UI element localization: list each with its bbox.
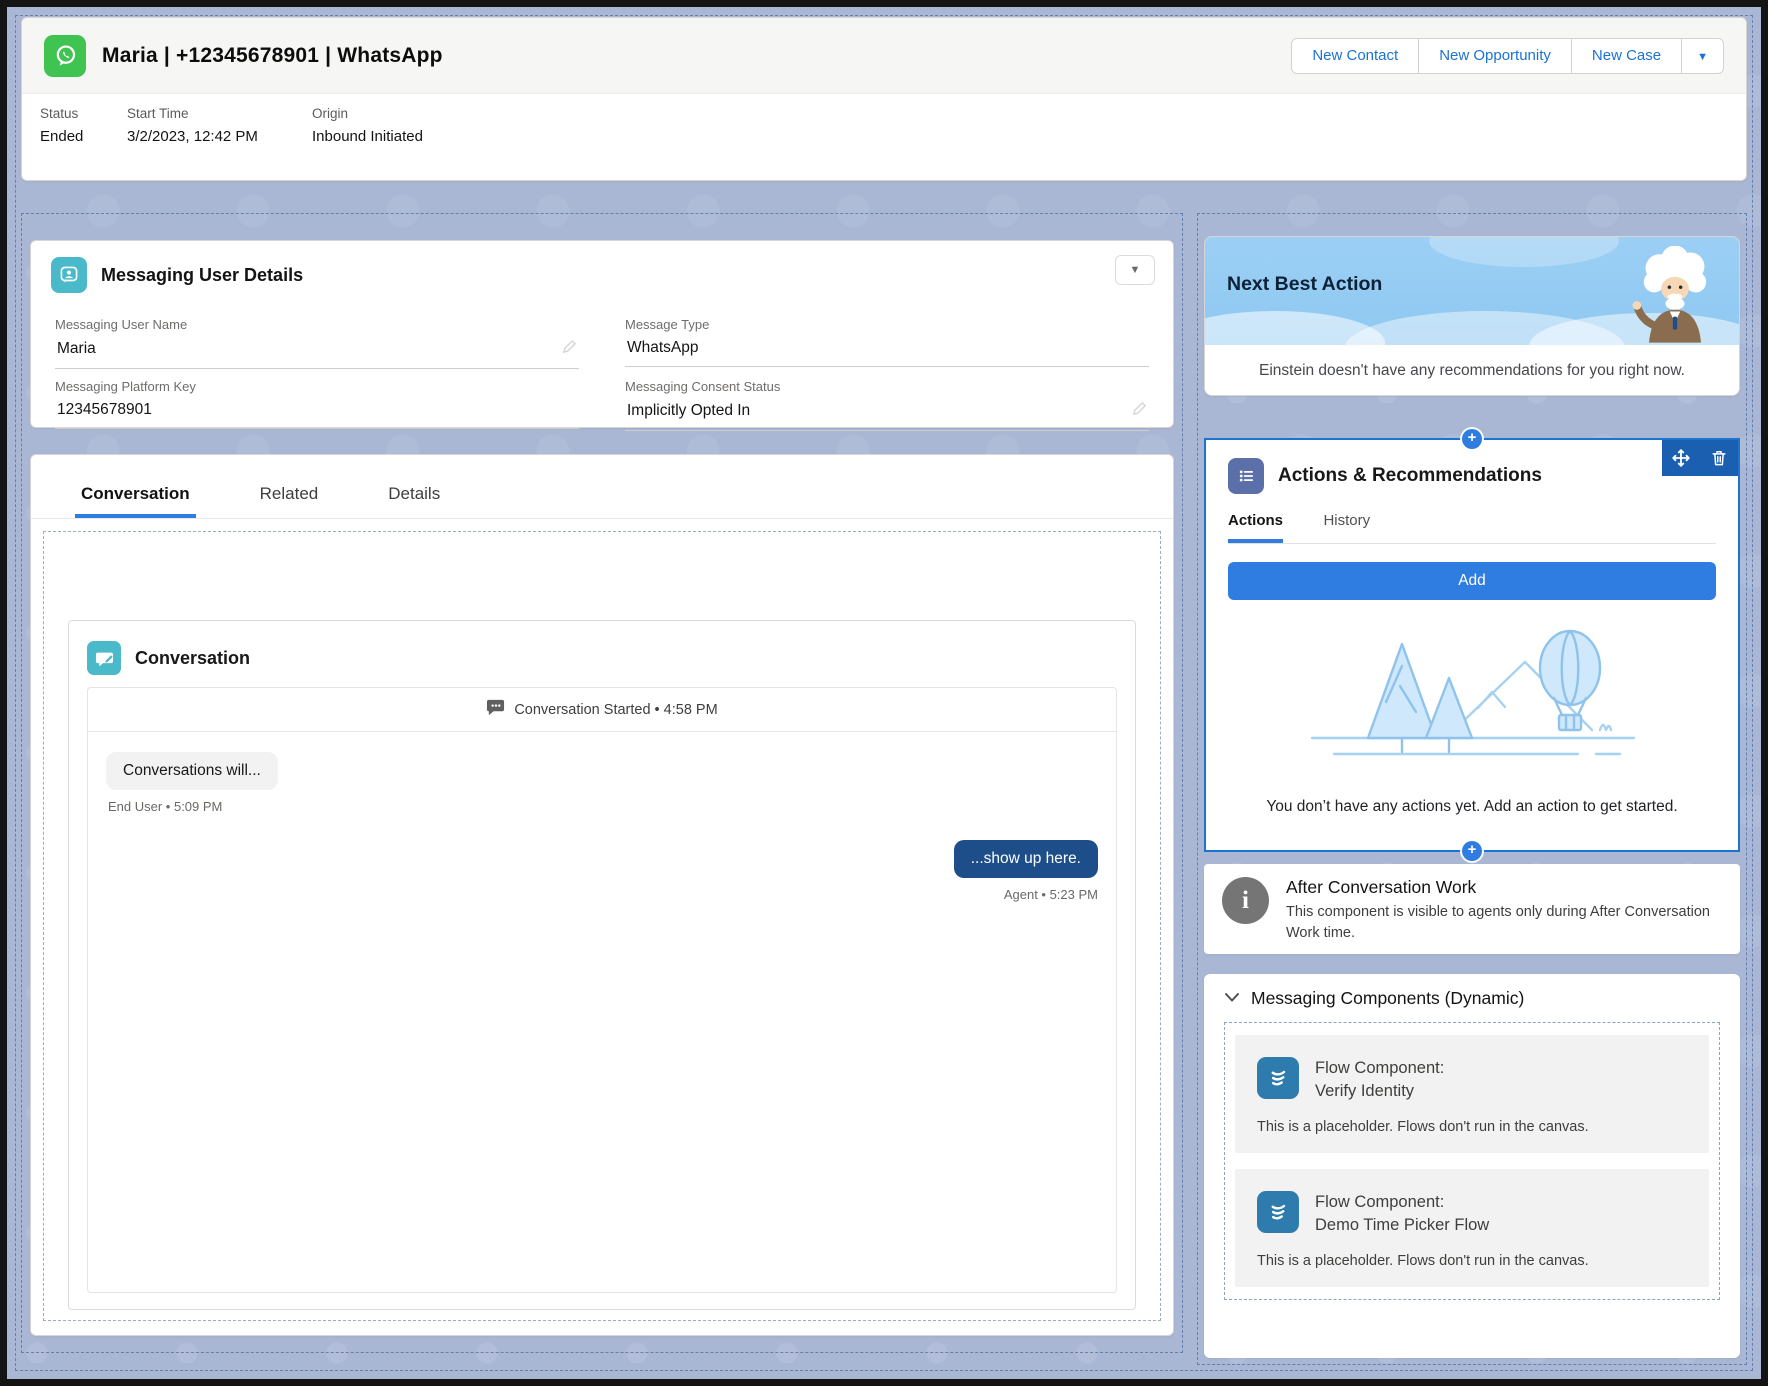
conversation-started-text: Conversation Started • 4:58 PM bbox=[514, 702, 717, 718]
record-header-row: Maria | +12345678901 | WhatsApp New Cont… bbox=[22, 18, 1746, 94]
delete-icon[interactable] bbox=[1700, 440, 1738, 476]
tab-history[interactable]: History bbox=[1323, 512, 1370, 539]
next-best-action-header: Next Best Action bbox=[1205, 237, 1739, 345]
origin-label: Origin bbox=[312, 106, 423, 121]
next-best-action-empty-text: Einstein doesn't have any recommendation… bbox=[1205, 345, 1739, 396]
after-conversation-work-title: After Conversation Work bbox=[1286, 877, 1716, 898]
field-value: 12345678901 bbox=[57, 401, 152, 419]
header-action-buttons: New Contact New Opportunity New Case ▼ bbox=[1291, 38, 1724, 74]
field-messaging-platform-key: Messaging Platform Key 12345678901 bbox=[55, 369, 579, 431]
conversation-header: Conversation bbox=[87, 637, 1117, 679]
origin-value: Inbound Initiated bbox=[312, 128, 423, 145]
flow-placeholder-text: This is a placeholder. Flows don't run i… bbox=[1257, 1253, 1687, 1269]
component-handles bbox=[1662, 440, 1738, 476]
flow-icon bbox=[1257, 1191, 1299, 1233]
flow-component-demo-time-picker[interactable]: Flow Component: Demo Time Picker Flow Th… bbox=[1235, 1169, 1709, 1287]
field-value: Maria bbox=[57, 340, 96, 358]
conversation-component: Conversation Conversation Started • 4:58… bbox=[68, 620, 1136, 1310]
actions-recommendations-header: Actions & Recommendations bbox=[1228, 458, 1716, 494]
outbound-message-meta: Agent • 5:23 PM bbox=[88, 887, 1098, 902]
field-messaging-user-name: Messaging User Name Maria bbox=[55, 307, 579, 369]
status-value: Ended bbox=[40, 128, 127, 145]
chat-started-icon bbox=[486, 698, 505, 721]
tab-related[interactable]: Related bbox=[254, 484, 325, 518]
info-icon: i bbox=[1222, 877, 1269, 924]
right-column-region: Next Best Action bbox=[1197, 213, 1747, 1365]
conversation-icon bbox=[87, 641, 121, 675]
status-label: Status bbox=[40, 106, 127, 121]
actions-recommendations-component: + + Actions & Recommendations Act bbox=[1204, 438, 1740, 852]
tab-actions[interactable]: Actions bbox=[1228, 512, 1283, 543]
messaging-components-title: Messaging Components (Dynamic) bbox=[1251, 988, 1524, 1009]
chevron-down-icon[interactable] bbox=[1224, 990, 1240, 1008]
start-time-value: 3/2/2023, 12:42 PM bbox=[127, 128, 312, 145]
field-label: Messaging Platform Key bbox=[55, 379, 579, 394]
inbound-message-meta: End User • 5:09 PM bbox=[108, 799, 1116, 814]
conversation-transcript: Conversation Started • 4:58 PM Conversat… bbox=[87, 687, 1117, 1293]
field-value: WhatsApp bbox=[627, 339, 699, 357]
empty-state-illustration bbox=[1282, 618, 1662, 776]
flow-component-title: Flow Component: Verify Identity bbox=[1315, 1057, 1444, 1103]
move-icon[interactable] bbox=[1662, 440, 1700, 476]
actions-recommendations-tabbar: Actions History bbox=[1228, 512, 1716, 544]
left-column-region: Messaging User Details ▼ Messaging User … bbox=[21, 213, 1183, 1353]
start-time-field: Start Time 3/2/2023, 12:42 PM bbox=[127, 106, 312, 145]
add-component-below-button[interactable]: + bbox=[1462, 841, 1482, 861]
add-action-button[interactable]: Add bbox=[1228, 562, 1716, 600]
record-tabbar: Conversation Related Details bbox=[31, 455, 1173, 519]
page-title: Maria | +12345678901 | WhatsApp bbox=[102, 44, 443, 68]
field-label: Messaging User Name bbox=[55, 317, 579, 332]
tab-details[interactable]: Details bbox=[382, 484, 446, 518]
start-time-label: Start Time bbox=[127, 106, 312, 121]
record-highlights-panel: Maria | +12345678901 | WhatsApp New Cont… bbox=[21, 17, 1747, 181]
detail-fields-grid: Messaging User Name Maria Message Type W… bbox=[31, 303, 1173, 431]
einstein-avatar bbox=[1623, 246, 1727, 345]
tab-conversation[interactable]: Conversation bbox=[75, 484, 196, 518]
messaging-components-header[interactable]: Messaging Components (Dynamic) bbox=[1224, 988, 1720, 1009]
field-message-type: Message Type WhatsApp bbox=[625, 307, 1149, 369]
edit-icon[interactable] bbox=[1132, 401, 1147, 421]
after-conversation-work-text: After Conversation Work This component i… bbox=[1286, 877, 1716, 941]
caret-down-icon: ▼ bbox=[1697, 51, 1708, 63]
messaging-components-region: Flow Component: Verify Identity This is … bbox=[1224, 1022, 1720, 1300]
whatsapp-icon bbox=[44, 35, 86, 77]
panel-dropdown-button[interactable]: ▼ bbox=[1115, 255, 1155, 285]
actions-recommendations-title: Actions & Recommendations bbox=[1278, 465, 1542, 487]
messaging-components-panel: Messaging Components (Dynamic) Flow Comp… bbox=[1204, 974, 1740, 1358]
conversation-title: Conversation bbox=[135, 648, 250, 669]
field-value: Implicitly Opted In bbox=[627, 402, 750, 420]
record-meta-row: Status Ended Start Time 3/2/2023, 12:42 … bbox=[22, 94, 1746, 145]
new-contact-button[interactable]: New Contact bbox=[1291, 38, 1419, 74]
messaging-user-details-title: Messaging User Details bbox=[101, 265, 303, 286]
record-tabs-panel: Conversation Related Details Conversatio… bbox=[30, 454, 1174, 1336]
flow-component-verify-identity[interactable]: Flow Component: Verify Identity This is … bbox=[1235, 1035, 1709, 1153]
new-opportunity-button[interactable]: New Opportunity bbox=[1418, 38, 1572, 74]
edit-icon[interactable] bbox=[562, 339, 577, 359]
add-component-above-button[interactable]: + bbox=[1462, 429, 1482, 449]
next-best-action-panel: Next Best Action bbox=[1204, 236, 1740, 396]
more-actions-dropdown-button[interactable]: ▼ bbox=[1681, 38, 1724, 74]
messaging-user-icon bbox=[51, 257, 87, 293]
flow-placeholder-text: This is a placeholder. Flows don't run i… bbox=[1257, 1119, 1687, 1135]
outbound-message-bubble: ...show up here. bbox=[954, 840, 1098, 878]
flow-icon bbox=[1257, 1057, 1299, 1099]
actions-empty-text: You don’t have any actions yet. Add an a… bbox=[1228, 798, 1716, 816]
field-messaging-consent-status: Messaging Consent Status Implicitly Opte… bbox=[625, 369, 1149, 431]
app-builder-canvas: Maria | +12345678901 | WhatsApp New Cont… bbox=[0, 0, 1768, 1386]
conversation-started-row: Conversation Started • 4:58 PM bbox=[88, 688, 1116, 732]
status-field: Status Ended bbox=[40, 106, 127, 145]
caret-down-icon: ▼ bbox=[1130, 264, 1141, 276]
actions-recommendations-icon bbox=[1228, 458, 1264, 494]
inbound-message-bubble: Conversations will... bbox=[106, 752, 278, 790]
origin-field: Origin Inbound Initiated bbox=[312, 106, 423, 145]
after-conversation-work-description: This component is visible to agents only… bbox=[1286, 902, 1716, 944]
field-label: Message Type bbox=[625, 317, 1149, 332]
after-conversation-work-panel: i After Conversation Work This component… bbox=[1204, 864, 1740, 954]
new-case-button[interactable]: New Case bbox=[1571, 38, 1682, 74]
messaging-user-details-panel: Messaging User Details ▼ Messaging User … bbox=[30, 240, 1174, 428]
flow-component-title: Flow Component: Demo Time Picker Flow bbox=[1315, 1191, 1489, 1237]
tab-content-region: Conversation Conversation Started • 4:58… bbox=[43, 531, 1161, 1321]
field-label: Messaging Consent Status bbox=[625, 379, 1149, 394]
messaging-user-details-header: Messaging User Details ▼ bbox=[31, 241, 1173, 303]
